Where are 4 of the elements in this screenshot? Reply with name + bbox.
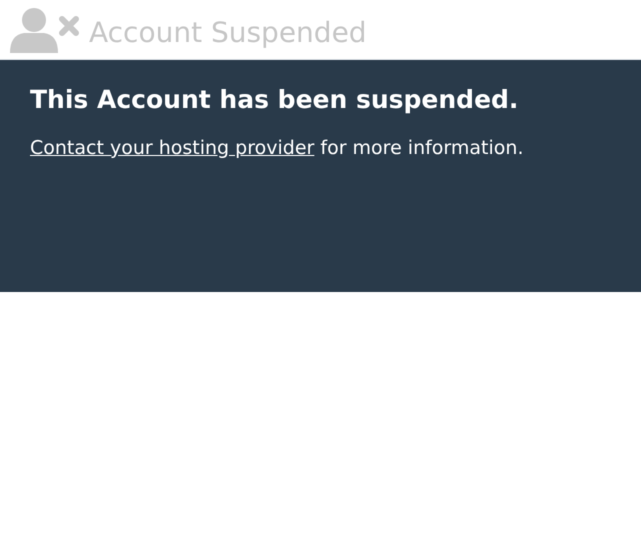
page-title: Account Suspended [89, 14, 367, 50]
contact-link[interactable]: Contact your hosting provider [30, 137, 314, 159]
notice-message: Contact your hosting provider for more information. [30, 136, 524, 161]
notice-heading: This Account has been suspended. [30, 84, 520, 116]
